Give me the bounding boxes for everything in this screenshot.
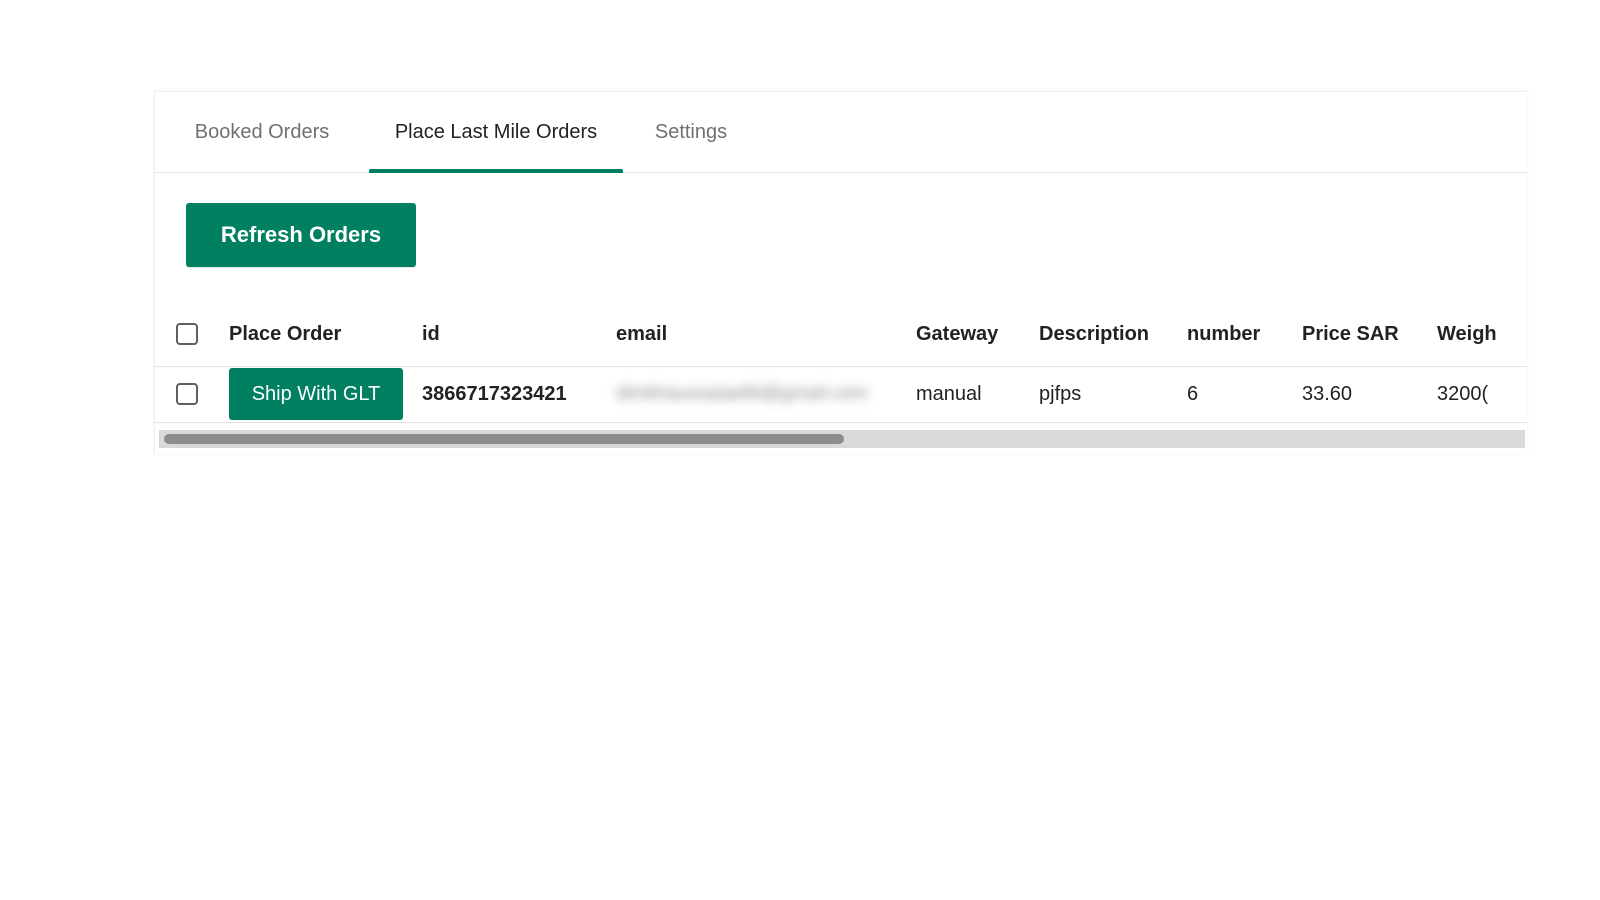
column-header-id: id <box>422 322 440 345</box>
column-header-email: email <box>616 322 668 345</box>
column-header-weight: Weigh <box>1437 322 1497 345</box>
table-row: Ship With GLT 3866717323421 dimkhaussaia… <box>155 366 1527 423</box>
ship-with-glt-button[interactable]: Ship With GLT <box>229 368 403 420</box>
row-select-cell <box>176 366 198 422</box>
horizontal-scrollbar[interactable] <box>159 430 1525 448</box>
tab-bar: Booked Orders Place Last Mile Orders Set… <box>155 92 1527 173</box>
select-all-checkbox[interactable] <box>176 323 198 345</box>
email-value-blurred: dimkhaussaiaelbl@gmail.com <box>616 383 868 404</box>
orders-card: Booked Orders Place Last Mile Orders Set… <box>154 91 1527 454</box>
table-header-row: Place Order id email Gateway Description… <box>155 302 1527 367</box>
column-header-number: number <box>1187 322 1261 345</box>
order-price: 33.60 <box>1302 382 1353 405</box>
order-gateway: manual <box>916 382 982 405</box>
tab-booked-orders[interactable]: Booked Orders <box>177 92 347 172</box>
order-number: 6 <box>1187 382 1199 405</box>
order-weight: 3200( <box>1437 382 1489 405</box>
tab-settings[interactable]: Settings <box>633 92 749 172</box>
column-header-price: Price SAR <box>1302 322 1399 345</box>
refresh-orders-button[interactable]: Refresh Orders <box>186 203 416 267</box>
scrollbar-thumb[interactable] <box>164 434 844 444</box>
order-id: 3866717323421 <box>422 382 567 405</box>
order-description: pjfps <box>1039 382 1082 405</box>
column-header-gateway: Gateway <box>916 322 999 345</box>
order-email: dimkhaussaiaelbl@gmail.com <box>616 366 868 422</box>
select-all-cell <box>176 302 198 366</box>
column-header-place-order: Place Order <box>229 322 342 345</box>
tab-place-last-mile-orders[interactable]: Place Last Mile Orders <box>369 92 623 173</box>
row-checkbox[interactable] <box>176 383 198 405</box>
place-order-cell: Ship With GLT <box>229 366 403 422</box>
column-header-description: Description <box>1039 322 1150 345</box>
